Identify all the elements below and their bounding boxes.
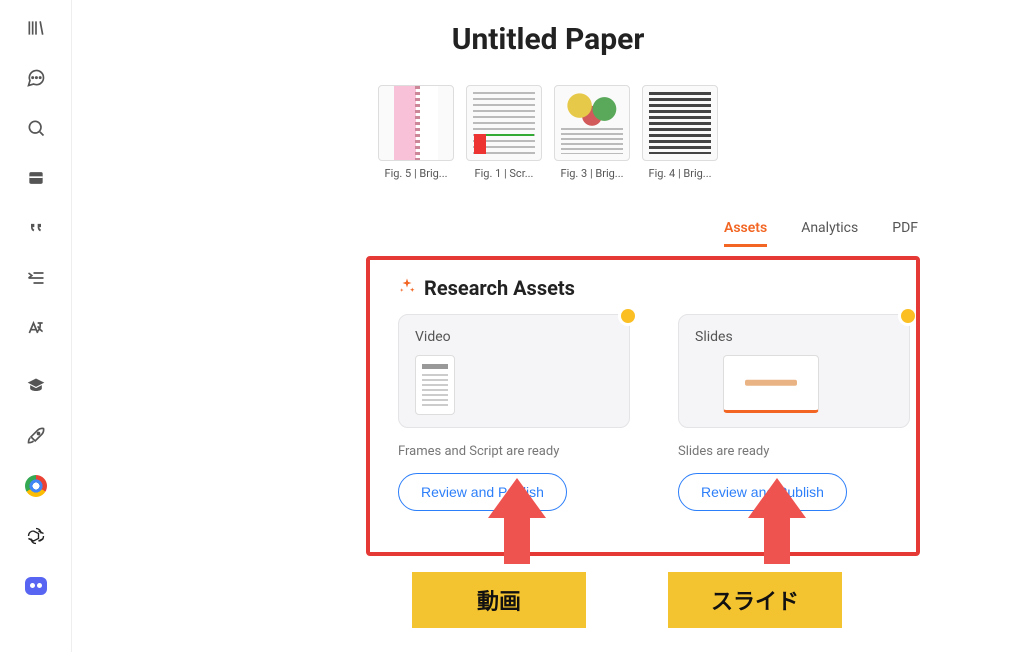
section-heading-text: Research Assets [424,276,575,300]
annotation-label: 動画 [412,572,586,628]
asset-card-status: Slides are ready [678,444,910,459]
tabs: Assets Analytics PDF [72,220,918,247]
figure-item[interactable]: Fig. 3 | Brig... [554,85,630,180]
figure-item[interactable]: Fig. 5 | Brig... [378,85,454,180]
graduation-cap-icon[interactable] [22,372,50,400]
figure-caption: Fig. 1 | Scr... [466,167,542,180]
openai-icon[interactable] [22,522,50,550]
indent-icon[interactable] [22,264,50,292]
asset-card-video: Video Frames and Script are ready Review… [398,314,630,511]
notification-dot-icon [621,309,635,323]
asset-card-title: Slides [695,329,893,345]
figure-item[interactable]: Fig. 4 | Brig... [642,85,718,180]
search-icon[interactable] [22,114,50,142]
library-icon[interactable] [22,14,50,42]
slides-thumbnail [723,355,819,413]
rocket-icon[interactable] [22,422,50,450]
figure-thumbnail [378,85,454,161]
section-heading: Research Assets [398,276,575,300]
sidebar [0,0,72,652]
asset-card-preview[interactable]: Slides [678,314,910,428]
asset-card-status: Frames and Script are ready [398,444,630,459]
translate-icon[interactable] [22,314,50,342]
review-publish-button[interactable]: Review and Publish [398,473,567,511]
discord-icon[interactable] [22,572,50,600]
asset-card-preview[interactable]: Video [398,314,630,428]
tab-assets[interactable]: Assets [724,220,767,247]
annotation-label-text: スライド [711,584,799,616]
quote-icon[interactable] [22,214,50,242]
asset-card-slides: Slides Slides are ready Review and Publi… [678,314,910,511]
asset-card-title: Video [415,329,613,345]
chrome-icon[interactable] [22,472,50,500]
page-title: Untitled Paper [72,22,1024,57]
figure-thumbnail [642,85,718,161]
figure-thumbnail [554,85,630,161]
annotation-label-text: 動画 [477,584,521,616]
asset-cards: Video Frames and Script are ready Review… [398,314,910,511]
figure-caption: Fig. 3 | Brig... [554,167,630,180]
chat-icon[interactable] [22,64,50,92]
figure-thumbnail [466,85,542,161]
tab-analytics[interactable]: Analytics [801,220,858,247]
figure-caption: Fig. 4 | Brig... [642,167,718,180]
review-publish-button[interactable]: Review and Publish [678,473,847,511]
figure-item[interactable]: Fig. 1 | Scr... [466,85,542,180]
book-icon[interactable] [22,164,50,192]
figure-row: Fig. 5 | Brig... Fig. 1 | Scr... Fig. 3 … [72,85,1024,180]
figure-caption: Fig. 5 | Brig... [378,167,454,180]
sparkle-icon [398,277,416,299]
tab-pdf[interactable]: PDF [892,220,918,247]
annotation-label: スライド [668,572,842,628]
notification-dot-icon [901,309,915,323]
video-thumbnail [415,355,455,415]
